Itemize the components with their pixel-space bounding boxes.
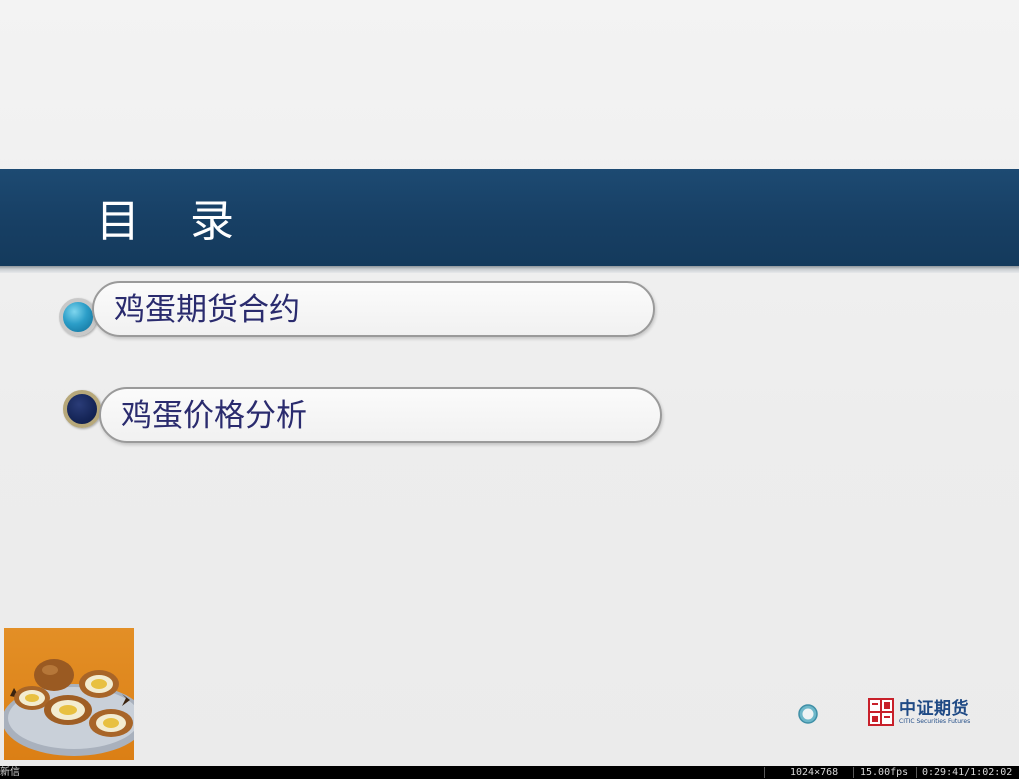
title-underline [0, 266, 1019, 273]
bullet-icon-2 [63, 390, 101, 428]
player-status-bar: 新信 1024×768 15.00fps 0:29:41/1:02:02 [0, 766, 1019, 779]
toc-item-egg-price-analysis[interactable]: 鸡蛋价格分析 [99, 387, 662, 443]
toc-item-egg-futures-contract[interactable]: 鸡蛋期货合约 [92, 281, 655, 337]
circle-nav-icon[interactable] [797, 703, 819, 725]
bullet-icon-1 [59, 298, 97, 336]
slide-title: 目 录 [96, 196, 252, 247]
logo-name-cn: 中证期货 [899, 699, 969, 719]
logo-name-en: CITIC Securities Futures [899, 718, 971, 725]
citic-seal-icon [868, 698, 894, 726]
toc-item-label: 鸡蛋价格分析 [121, 398, 307, 434]
status-divider [764, 767, 765, 778]
presentation-slide: 目 录 鸡蛋期货合约 鸡蛋价格分析 中证期货 CITIC Securities … [0, 0, 1019, 766]
status-fps: 15.00fps [860, 767, 909, 778]
status-left-label: 新信 [0, 767, 20, 778]
toc-item-label: 鸡蛋期货合约 [114, 292, 300, 328]
braised-eggs-photo [4, 628, 134, 760]
status-divider [916, 767, 917, 778]
status-divider [853, 767, 854, 778]
status-resolution: 1024×768 [790, 767, 839, 778]
player-window: 目 录 鸡蛋期货合约 鸡蛋价格分析 中证期货 CITIC Securities … [0, 0, 1019, 779]
citic-futures-logo: 中证期货 CITIC Securities Futures [868, 698, 973, 728]
status-playback-time: 0:29:41/1:02:02 [922, 767, 1013, 778]
